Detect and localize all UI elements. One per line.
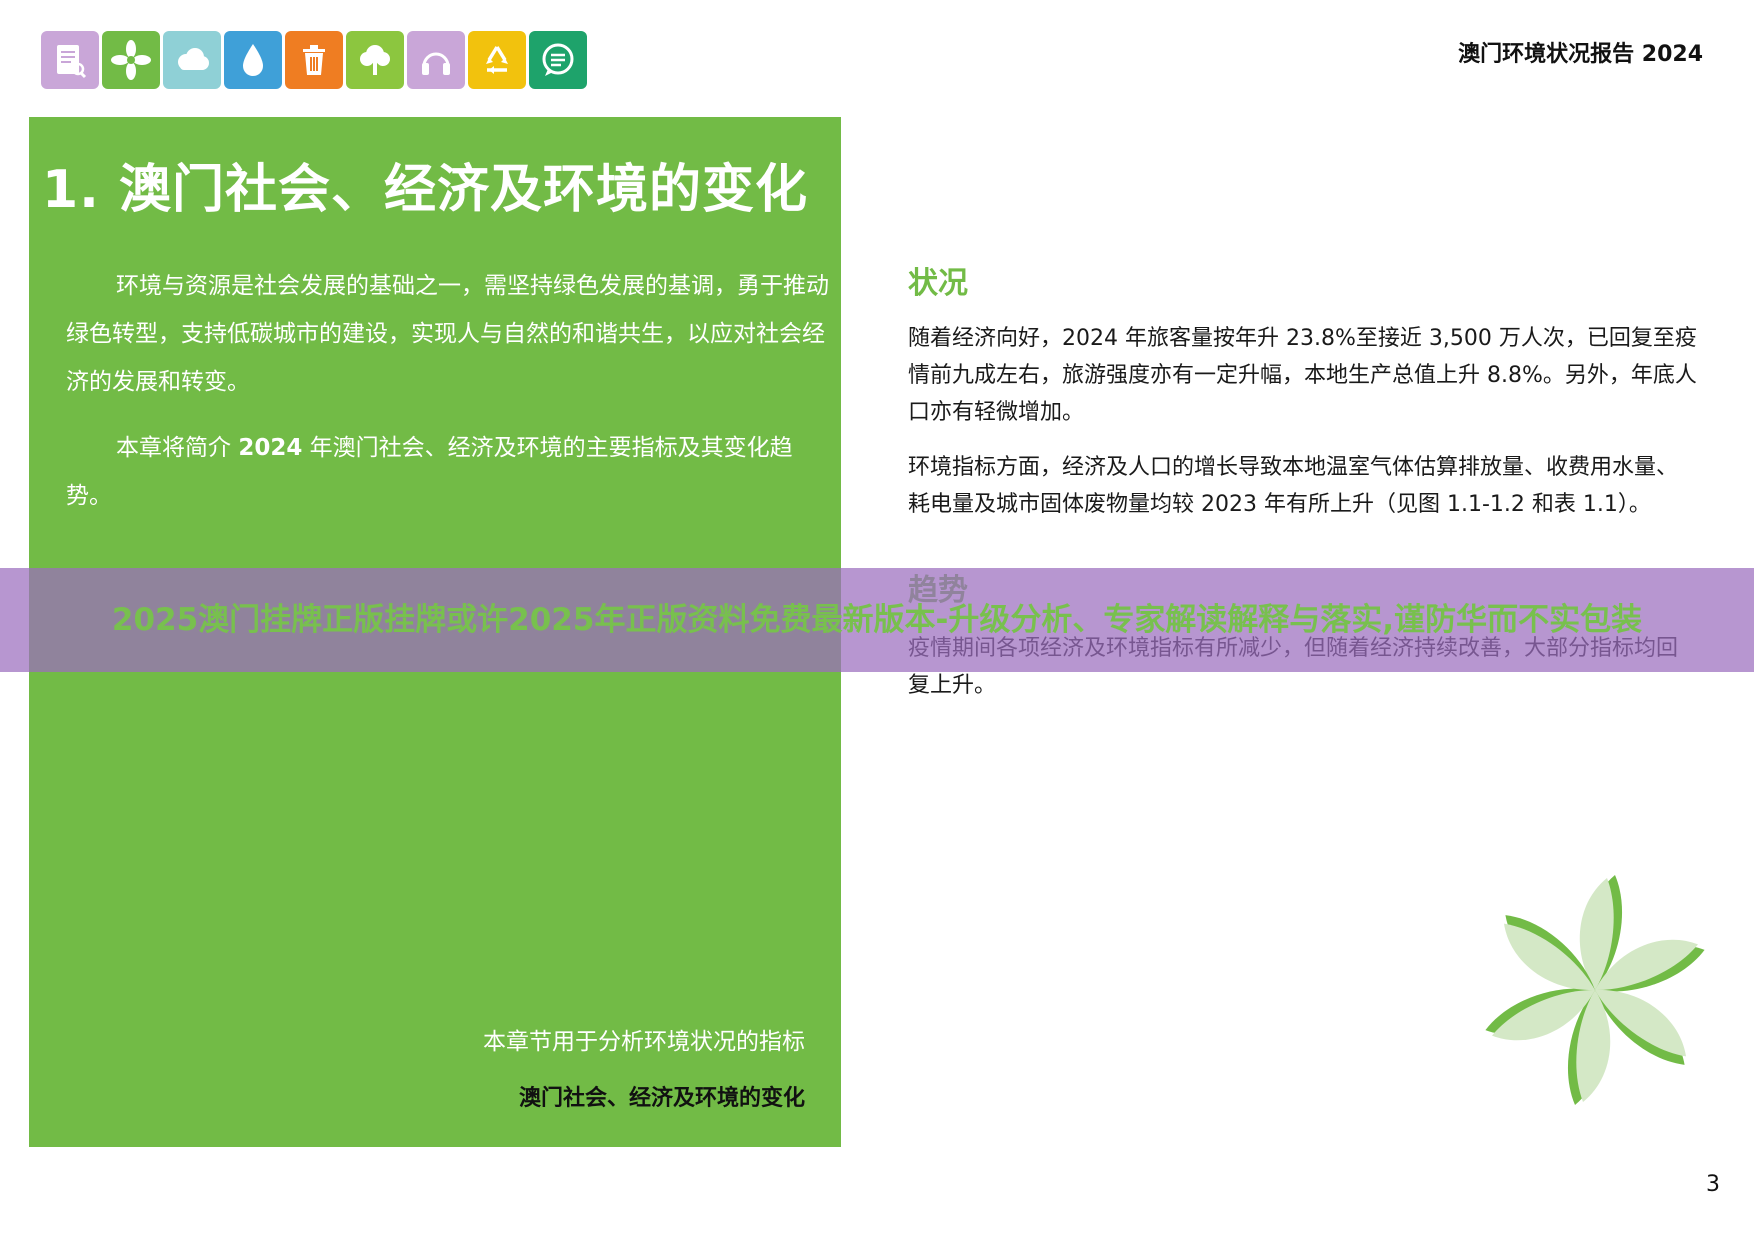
panel-footer-subtitle: 本章节用于分析环境状况的指标 — [483, 1029, 805, 1055]
cloud-icon — [163, 31, 221, 89]
status-paragraph: 随着经济向好，2024 年旅客量按年升 23.8%至接近 3,500 万人次，已… — [908, 326, 1697, 425]
panel-footer-caption: 澳门社会、经济及环境的变化 — [518, 1086, 805, 1111]
intro-paragraph: 环境与资源是社会发展的基础之一，需坚持绿色发展的基调，勇于推动绿色转型，支持低碳… — [66, 273, 829, 395]
panel-footer: 本章节用于分析环境状况的指标 澳门社会、经济及环境的变化 — [483, 1022, 805, 1112]
headphones-icon — [407, 31, 465, 89]
document-icon — [41, 31, 99, 89]
recycle-icon — [468, 31, 526, 89]
category-icon-strip — [41, 31, 587, 89]
status-heading: 状况 — [908, 266, 968, 301]
intro-paragraph: 本章将简介 2024 年澳门社会、经济及环境的主要指标及其变化趋势。 — [66, 435, 793, 509]
overlay-banner-text: 2025澳门挂牌正版挂牌或许2025年正版资料免费最新版本-升级分析、专家解读解… — [111, 602, 1643, 638]
pinwheel-icon — [102, 31, 160, 89]
tree-icon — [346, 31, 404, 89]
speech-bubble-icon — [529, 31, 587, 89]
page-number: 3 — [1706, 1172, 1720, 1197]
report-title: 澳门环境状况报告 2024 — [1458, 42, 1703, 67]
status-paragraph: 环境指标方面，经济及人口的增长导致本地温室气体估算排放量、收费用水量、耗电量及城… — [908, 455, 1679, 517]
leaf-flower-decoration-icon — [1485, 875, 1705, 1105]
chapter-intro: 环境与资源是社会发展的基础之一，需坚持绿色发展的基调，勇于推动绿色转型，支持低碳… — [66, 262, 836, 538]
trash-can-icon — [285, 31, 343, 89]
chapter-title: 1. 澳门社会、经济及环境的变化 — [42, 160, 809, 220]
status-body: 随着经济向好，2024 年旅客量按年升 23.8%至接近 3,500 万人次，已… — [908, 320, 1698, 541]
water-drop-icon — [224, 31, 282, 89]
overlay-banner: 2025澳门挂牌正版挂牌或许2025年正版资料免费最新版本-升级分析、专家解读解… — [0, 568, 1754, 672]
